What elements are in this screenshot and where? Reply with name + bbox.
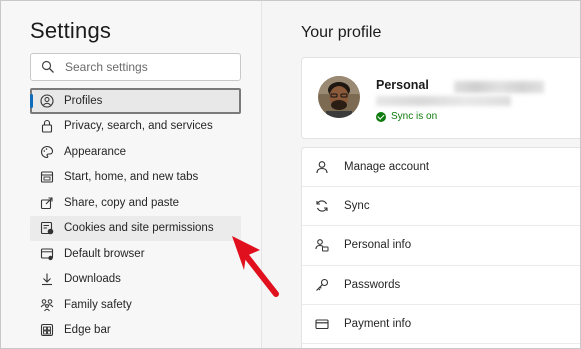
sidebar-item-downloads[interactable]: Downloads [30, 267, 241, 293]
card-icon [314, 316, 330, 332]
redacted-details [376, 96, 511, 106]
main-content: Your profile Personal Sync is on Manage … [263, 0, 581, 349]
home-tab-icon [40, 170, 54, 184]
personal-info-item[interactable]: Personal info [302, 226, 581, 266]
sidebar-item-label: Downloads [64, 273, 121, 286]
sidebar-item-default-browser[interactable]: Default browser [30, 241, 241, 267]
settings-sidebar: Settings Profiles Privacy, search, and s… [0, 0, 262, 349]
sidebar-item-label: Appearance [64, 145, 127, 158]
sidebar-item-family-safety[interactable]: Family safety [30, 292, 241, 318]
sidebar-item-label: Share, copy and paste [64, 196, 180, 209]
page-title: Your profile [301, 24, 382, 41]
profile-icon [40, 94, 54, 108]
sync-status-text: Sync is on [391, 111, 438, 122]
sync-status: Sync is on [376, 111, 437, 122]
settings-nav: Profiles Privacy, search, and services A… [30, 88, 241, 343]
sync-item[interactable]: Sync [302, 187, 581, 227]
lock-icon [40, 119, 54, 133]
sidebar-item-label: Default browser [64, 247, 145, 260]
sidebar-item-label: Edge bar [64, 324, 111, 337]
key-icon [314, 277, 330, 293]
search-input[interactable] [65, 57, 235, 77]
sidebar-item-share-copy-paste[interactable]: Share, copy and paste [30, 190, 241, 216]
palette-icon [40, 145, 54, 159]
search-icon [41, 60, 54, 73]
menu-item-label: Sync [344, 200, 370, 213]
menu-item-label: Manage account [344, 161, 430, 174]
menu-item-label: Passwords [344, 278, 401, 291]
family-icon [40, 298, 54, 312]
passwords-item[interactable]: Passwords [302, 266, 581, 305]
share-icon [40, 196, 54, 210]
personal-info-icon [314, 237, 330, 253]
payment-info-item[interactable]: Payment info [302, 305, 581, 344]
browser-icon [40, 247, 54, 261]
download-icon [40, 272, 54, 286]
sidebar-item-edge-bar[interactable]: Edge bar [30, 318, 241, 344]
sidebar-item-label: Start, home, and new tabs [64, 171, 199, 184]
sidebar-item-label: Family safety [64, 298, 132, 311]
search-settings-box[interactable] [30, 53, 241, 81]
sidebar-item-appearance[interactable]: Appearance [30, 139, 241, 165]
sidebar-item-label: Cookies and site permissions [64, 222, 214, 235]
profile-name: Personal [376, 78, 429, 92]
redacted-email [454, 81, 544, 93]
edge-bar-icon [40, 323, 54, 337]
sidebar-item-label: Privacy, search, and services [64, 120, 213, 133]
person-icon [314, 159, 330, 175]
manage-account-item[interactable]: Manage account [302, 148, 581, 188]
avatar[interactable] [318, 76, 360, 118]
sidebar-item-profiles[interactable]: Profiles [30, 88, 241, 114]
sidebar-item-cookies-permissions[interactable]: Cookies and site permissions [30, 215, 241, 241]
menu-item-label: Payment info [344, 317, 412, 330]
sync-icon [314, 198, 330, 214]
profile-settings-list: Manage account Sync Personal info Passwo… [301, 147, 581, 349]
sidebar-item-privacy[interactable]: Privacy, search, and services [30, 114, 241, 140]
cookie-permissions-icon [40, 221, 54, 235]
sidebar-item-start-home-tabs[interactable]: Start, home, and new tabs [30, 165, 241, 191]
settings-title: Settings [30, 18, 112, 43]
sidebar-item-label: Profiles [64, 94, 103, 107]
profile-card: Personal Sync is on [301, 57, 581, 139]
check-circle-icon [376, 111, 386, 122]
menu-item-label: Personal info [344, 239, 412, 252]
